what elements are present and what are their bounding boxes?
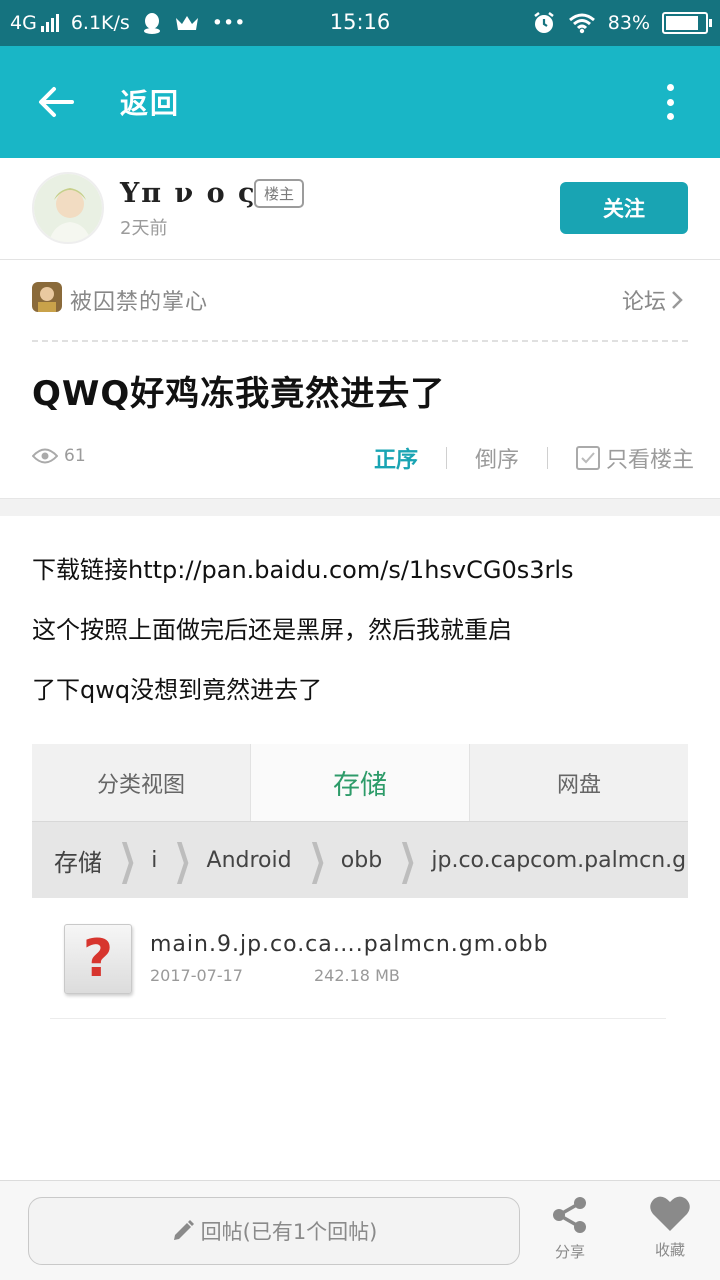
post-title: QWQ好鸡冻我竟然进去了 xyxy=(32,374,446,414)
image-crumb: i ❯ xyxy=(151,835,192,884)
separator xyxy=(546,447,548,469)
unknown-file-icon: ? xyxy=(64,924,132,994)
post-body-line[interactable]: 下载链接http://pan.baidu.com/s/1hsvCG0s3rls xyxy=(32,540,692,600)
forum-name: 被囚禁的掌心 xyxy=(70,290,209,315)
forum-link[interactable]: 论坛 xyxy=(622,284,684,316)
chevron-right-icon: ❯ xyxy=(308,835,326,884)
divider xyxy=(32,340,688,342)
app-bar: 返回 xyxy=(0,46,720,158)
image-file-row: ? main.9.jp.co.ca….palmcn.gm.obb 2017-07… xyxy=(32,918,688,1018)
back-arrow-icon[interactable] xyxy=(36,82,76,122)
image-tab-cloud: 网盘 xyxy=(556,772,601,798)
only-op-label: 只看楼主 xyxy=(605,448,694,473)
forum-link-label: 论坛 xyxy=(621,290,666,315)
image-tab-storage: 存储 xyxy=(250,744,470,821)
share-label: 分享 xyxy=(554,1243,585,1261)
forum-row[interactable]: 被囚禁的掌心 论坛 xyxy=(0,260,720,340)
alarm-icon xyxy=(534,12,554,33)
op-badge: 楼主 xyxy=(254,179,305,208)
sort-descending-button[interactable]: 倒序 xyxy=(475,442,519,474)
author-avatar[interactable] xyxy=(32,172,104,244)
status-bar: 4G 6.1K/s ••• 15:16 83% xyxy=(0,0,720,46)
attached-image[interactable]: 分类视图 存储 网盘 存储 ❯ i ❯ Android ❯ obb ❯ jp.co.ca… xyxy=(32,744,688,1180)
forum-avatar xyxy=(32,282,62,312)
post-body: 下载链接http://pan.baidu.com/s/1hsvCG0s3rls … xyxy=(32,540,692,720)
pencil-icon xyxy=(173,1220,194,1240)
back-label[interactable]: 返回 xyxy=(120,82,180,122)
image-crumb: jp.co.capcom.palmcn.gm❯ xyxy=(431,847,688,873)
divider xyxy=(50,1018,666,1019)
image-file-size: 242.18 MB xyxy=(314,966,400,985)
battery-icon xyxy=(662,12,712,34)
image-crumb: Android ❯ xyxy=(206,835,326,884)
author-row: Υπ ν ο ς 楼主 2天前 关注 xyxy=(0,158,720,260)
post-body-line: 了下qwq没想到竟然进去了 xyxy=(32,676,323,704)
post-time: 2天前 xyxy=(120,218,168,239)
post-body-line: 这个按照上面做完后还是黑屏，然后我就重启 xyxy=(32,616,512,644)
post-meta-row: 61 正序 倒序 只看楼主 xyxy=(0,436,720,482)
reply-placeholder: 回帖(已有1个回帖) xyxy=(200,1220,378,1244)
checkbox-icon xyxy=(575,446,600,470)
follow-button[interactable]: 关注 xyxy=(560,182,688,234)
chevron-right-icon: ❯ xyxy=(118,835,137,884)
image-crumb: 存储 ❯ xyxy=(54,835,137,884)
only-op-toggle[interactable]: 只看楼主 xyxy=(575,442,694,474)
battery-percent: 83% xyxy=(607,12,650,34)
chevron-right-icon: ❯ xyxy=(174,835,192,884)
image-file-name: main.9.jp.co.ca….palmcn.gm.obb xyxy=(150,932,549,957)
heart-icon xyxy=(650,1196,690,1231)
bottom-bar: 回帖(已有1个回帖) 分享 收藏 xyxy=(0,1180,720,1280)
author-name[interactable]: Υπ ν ο ς xyxy=(120,178,256,209)
favorite-label: 收藏 xyxy=(654,1241,685,1259)
image-crumb: obb ❯ xyxy=(340,835,417,884)
sort-ascending-button[interactable]: 正序 xyxy=(374,442,418,474)
wifi-icon xyxy=(568,13,595,34)
status-right: 83% xyxy=(532,10,712,36)
favorite-button[interactable]: 收藏 xyxy=(640,1195,700,1260)
share-icon xyxy=(553,1197,586,1233)
image-tab-bar: 分类视图 存储 网盘 xyxy=(32,744,688,822)
view-count: 61 xyxy=(32,446,86,466)
image-tab-category: 分类视图 xyxy=(96,772,185,798)
reply-input[interactable]: 回帖(已有1个回帖) xyxy=(28,1197,520,1265)
section-gap xyxy=(0,498,720,516)
sort-controls: 正序 倒序 只看楼主 xyxy=(374,442,694,474)
share-button[interactable]: 分享 xyxy=(540,1195,600,1262)
more-options-icon[interactable] xyxy=(664,84,676,120)
image-file-date: 2017-07-17 xyxy=(150,966,243,985)
chevron-right-icon xyxy=(672,291,683,309)
separator xyxy=(445,447,447,469)
eye-icon xyxy=(32,448,58,464)
view-count-value: 61 xyxy=(64,446,86,466)
chevron-right-icon: ❯ xyxy=(398,835,417,884)
image-breadcrumb: 存储 ❯ i ❯ Android ❯ obb ❯ jp.co.capcom.palmcn… xyxy=(32,822,688,898)
